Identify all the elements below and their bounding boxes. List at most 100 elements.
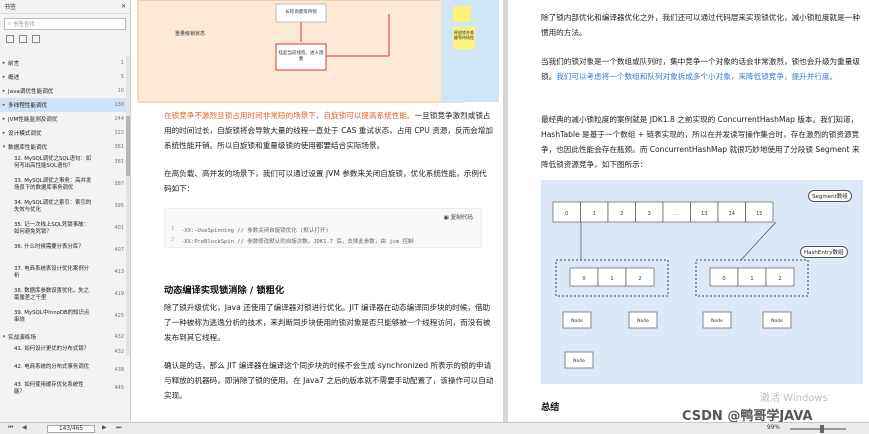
page-indicator-input[interactable]: 143/465 [47,425,95,433]
toc-item-label: Java调优性能调优 [8,89,54,95]
last-page-icon[interactable]: ⏭ [116,424,121,432]
bookmark-search-input[interactable]: ⌕ 书签查找 [4,18,126,30]
close-icon[interactable]: ✕ [121,3,126,10]
toc-subitem[interactable]: 38. 数据库参数设置优化，失之毫厘差之千里 419 [0,286,127,308]
toc-item-label: 前言 [8,61,20,67]
toc-item[interactable]: ▸ JVM性能监测及调优 244 [0,112,127,126]
sidebar-scrollbar[interactable] [126,56,130,356]
toc-subitem[interactable]: 32. MySQL调优之SQL语句：如何写出高性能SQL语句？ 381 [0,154,127,176]
first-page-icon[interactable]: ⏮ [8,424,13,432]
document-page-right: 除了锁内部优化和编译器优化之外，我们还可以通过代码层来实现锁优化，减小锁粒度就是… [508,0,869,422]
copy-code-button[interactable]: ▣ 复制代码 [444,213,473,221]
toc-subitem-label: 36. 什么时候需要分表分库？ [14,244,84,250]
sidebar-header: 书签 ✕ [0,0,130,14]
code-line-number: 1 [171,226,175,232]
toc-subitem-page: 413 [114,269,124,275]
toc-item[interactable]: ▸ 多线程性能调优 130 [0,98,127,112]
expand-arrow-icon[interactable]: ▸ [0,60,8,66]
toc-subitem-page: 445 [114,385,124,391]
toc-item-label: 设计模式调优 [8,131,42,137]
segment-cell-label: 0 [565,211,568,217]
diagram-right-label: 释放锁并唤醒等待线程 [454,30,474,40]
diagram-box1-text: 长轮询量等待锁 [285,10,317,15]
summary-heading: 总结 [541,402,560,413]
code-line: -XX:-UseSpinning // 参数关闭自旋锁优化 (默认打开) [181,228,329,234]
toc-subitem[interactable]: 39. MySQL中InnoDB的知识点串烧 425 [0,308,127,330]
toc-subitem-label: 41. 如何设计更优的分布式锁？ [14,346,89,352]
hashentry-cell-label: 0 [722,276,725,282]
toc-subitem-label: 38. 数据库参数设置优化，失之毫厘差之千里 [14,288,89,301]
toc-subitem-page: 381 [114,159,124,165]
segment-cell-label: 15 [756,211,762,217]
expand-icon[interactable] [6,35,14,43]
paragraph-granularity: 除了锁内部优化和编译器优化之外，我们还可以通过代码层来实现锁优化，减小锁粒度就是… [541,13,860,37]
collapse-icon[interactable] [19,35,27,43]
zoom-slider-handle[interactable] [820,425,824,433]
expand-arrow-icon[interactable]: ▸ [0,102,8,108]
toc-subitem[interactable]: 37. 电商系统表设计优化案例分析 413 [0,264,127,286]
toc-subitem-page: 438 [114,367,124,373]
bookmark-add-icon[interactable] [32,35,40,43]
toc-subitem-page: 419 [114,291,124,297]
node-label: Node [637,318,649,324]
scrollbar-thumb[interactable] [126,116,130,176]
paragraph-jvm: 在高负载、高并发的场景下，我们可以通过设置 JVM 参数来关闭自旋锁，优化系统性… [164,169,487,193]
toc-subitem[interactable]: 43. 如何使用缓存优化系统性能？ 445 [0,380,127,398]
code-line-number: 2 [171,237,175,243]
toc-subitem-page: 425 [114,313,124,319]
toc-item-page: 432 [114,334,124,340]
toc-item-label: 多线程性能调优 [8,103,48,109]
expand-arrow-icon[interactable]: ▾ [0,334,8,340]
toc-subitem[interactable]: 36. 什么时候需要分表分库？ 407 [0,242,127,264]
toc-subitem[interactable]: 34. MySQL调优之索引：索引的失效与优化 395 [0,198,127,220]
segment-array-label: Segment数组 [808,190,852,202]
segment-cell-label: 14 [729,211,735,217]
node-label: Node [771,318,783,324]
zoom-level: 99% [767,425,780,431]
toc-subitem-page: 407 [114,247,124,253]
expand-arrow-icon[interactable]: ▸ [0,74,8,80]
hashentry-array-label: HashEntry数组 [800,246,848,258]
toc-item-label: 概述 [8,75,20,81]
zoom-slider[interactable] [790,428,846,430]
expand-arrow-icon[interactable]: ▸ [0,130,8,136]
toc-subitem[interactable]: 33. MySQL调优之事务：高并发场景下的数据库事务调优 387 [0,176,127,198]
toc-item[interactable]: ▸ 设计模式调优 322 [0,126,127,140]
hashentry-cell-label: 1 [610,276,613,282]
toc-subitem-page: 401 [114,225,124,231]
toc-subitem-label: 42. 电商系统的分布式事务调优 [14,364,89,370]
paragraph-jit-2: 确认是的话，那么 JIT 编译器在编译这个同步块的时候不会生成 synchron… [164,361,494,400]
bookmark-sidebar: 书签 ✕ ⌕ 书签查找 ▸ 前言 1 ▸ 概述 5 ▸ Java调优性能调优 10 ▸ 多线程性能调… [0,0,131,422]
toc-item-page: 130 [114,102,124,108]
toc-item[interactable]: ▾ 数据库性能调优 381 [0,140,127,154]
toc-item[interactable]: ▸ Java调优性能调优 10 [0,84,127,98]
toc-item-label: 数据库性能调优 [8,145,48,151]
toc-subitem[interactable]: 42. 电商系统的分布式事务调优 438 [0,362,127,380]
toc-item-label: JVM性能监测及调优 [8,117,58,123]
expand-arrow-icon[interactable]: ▸ [0,88,8,94]
prev-page-icon[interactable]: ◀ [22,424,27,431]
activate-windows-watermark: 激活 Windows [760,393,828,404]
toc-subitem-label: 33. MySQL调优之事务：高并发场景下的数据库事务调优 [14,178,92,191]
toc-item[interactable]: ▾ 实战演练场 432 [0,330,127,344]
toc-item-page: 1 [120,60,124,66]
toc-subitem[interactable]: 35. 记一次线上SQL死锁事故：如何避免死锁？ 401 [0,220,127,242]
toc-subitem-label: 43. 如何使用缓存优化系统性能？ [14,382,84,395]
toc-item-page: 10 [117,88,124,94]
toc-subitem-label: 37. 电商系统表设计优化案例分析 [14,266,89,279]
toc-item[interactable]: ▸ 前言 1 [0,56,127,70]
diagram-left-label: 重量级锁状态 [175,31,206,37]
code-block: ▣ 复制代码 1 -XX:-UseSpinning // 参数关闭自旋锁优化 (… [164,208,482,248]
expand-arrow-icon[interactable]: ▾ [0,144,8,150]
toc-subitem[interactable]: 41. 如何设计更优的分布式锁？ 432 [0,344,127,362]
node-label: Node [573,358,585,364]
toc-item-page: 244 [114,116,124,122]
toc-item-page: 322 [114,130,124,136]
toc-subitem-label: 32. MySQL调优之SQL语句：如何写出高性能SQL语句？ [14,156,92,169]
toc-item[interactable]: ▸ 概述 5 [0,70,127,84]
next-page-icon[interactable]: ▶ [102,424,107,431]
toc-subitem-label: 34. MySQL调优之索引：索引的失效与优化 [14,200,92,213]
expand-arrow-icon[interactable]: ▸ [0,116,8,122]
concurrenthashmap-diagram: 0 1 2 3... 13 14 15 0 1 2 0 1 2 Node Node Node Node Nod… [541,180,863,384]
paragraph-array-lock: 当我们的锁对象是一个数组或队列时，集中竞争一个对象的话会非常激烈，锁也会升级为重… [541,54,861,84]
